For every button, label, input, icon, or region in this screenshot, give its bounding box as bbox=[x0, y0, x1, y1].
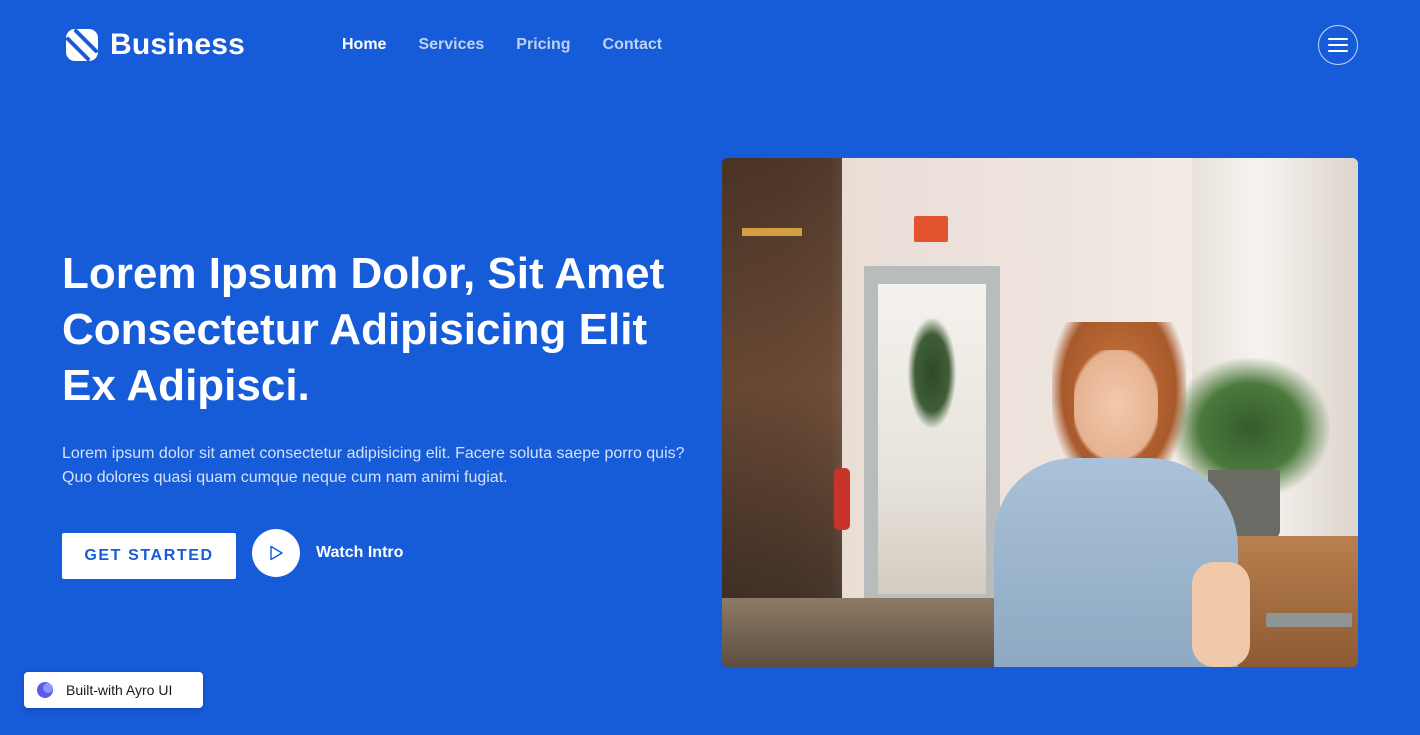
brand-logo-icon bbox=[66, 29, 98, 61]
site-header: Business Home Services Pricing Contact bbox=[0, 0, 1420, 90]
watch-intro-label: Watch Intro bbox=[316, 544, 404, 561]
nav-item-pricing[interactable]: Pricing bbox=[516, 35, 570, 55]
main-nav: Home Services Pricing Contact bbox=[342, 35, 662, 55]
nav-item-services[interactable]: Services bbox=[418, 35, 484, 55]
hamburger-menu-icon-bar bbox=[1328, 50, 1348, 52]
built-with-badge[interactable]: Built-with Ayro UI bbox=[24, 672, 203, 708]
nav-item-contact[interactable]: Contact bbox=[603, 35, 663, 55]
play-button[interactable] bbox=[252, 529, 300, 577]
hamburger-menu-icon-bar bbox=[1328, 44, 1348, 46]
badge-label: Built-with Ayro UI bbox=[66, 682, 173, 698]
brand-name: Business bbox=[110, 28, 245, 61]
nav-item-home[interactable]: Home bbox=[342, 35, 386, 55]
menu-button[interactable] bbox=[1318, 25, 1358, 65]
hero-description: Lorem ipsum dolor sit amet consectetur a… bbox=[62, 445, 685, 486]
ayro-logo-icon bbox=[37, 682, 53, 698]
play-icon bbox=[270, 545, 283, 561]
brand-logo[interactable]: Business bbox=[66, 28, 245, 62]
hero-title: Lorem Ipsum Dolor, Sit Amet Consectetur … bbox=[62, 249, 665, 410]
hero-image bbox=[722, 158, 1358, 667]
watch-intro-button[interactable]: Watch Intro bbox=[252, 529, 403, 577]
get-started-button[interactable]: GET STARTED bbox=[62, 533, 236, 579]
hamburger-menu-icon-bar bbox=[1328, 38, 1348, 40]
